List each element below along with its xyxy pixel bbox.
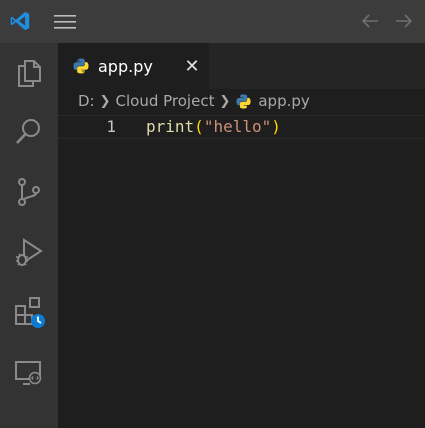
search-icon — [16, 119, 40, 144]
title-bar — [0, 0, 425, 43]
breadcrumb: D: ❯ Cloud Project ❯ app.py — [58, 89, 425, 113]
arrow-right-icon[interactable] — [394, 11, 414, 31]
tab-bar: app.py ✕ — [58, 43, 425, 89]
activity-search[interactable] — [0, 103, 58, 161]
activity-extensions[interactable] — [0, 283, 58, 341]
breadcrumb-drive[interactable]: D: — [78, 92, 95, 110]
python-icon — [236, 93, 251, 109]
token-paren-open: ( — [194, 117, 204, 136]
activity-source-control[interactable] — [0, 163, 58, 221]
code-line[interactable]: 1 print("hello") — [58, 115, 425, 139]
breadcrumb-file[interactable]: app.py — [258, 92, 309, 110]
arrow-left-icon[interactable] — [360, 11, 380, 31]
activity-explorer[interactable] — [0, 44, 58, 102]
source-control-icon — [18, 178, 40, 206]
line-number: 1 — [106, 117, 116, 136]
code-editor[interactable]: 1 print("hello") — [58, 113, 425, 428]
activity-run-debug[interactable] — [0, 223, 58, 281]
tab-app-py[interactable]: app.py ✕ — [58, 43, 209, 89]
code-text[interactable]: print("hello") — [146, 117, 281, 136]
chevron-right-icon: ❯ — [99, 93, 111, 109]
python-icon — [73, 58, 89, 74]
activity-remote-explorer[interactable] — [0, 344, 58, 402]
close-icon[interactable]: ✕ — [182, 56, 202, 77]
activity-bar — [0, 43, 58, 428]
token-function: print — [146, 117, 195, 136]
tab-label: app.py — [98, 56, 153, 76]
run-debug-icon — [16, 238, 43, 266]
token-paren-close: ) — [271, 117, 281, 136]
token-string: "hello" — [203, 117, 272, 136]
breadcrumb-folder[interactable]: Cloud Project — [116, 92, 215, 110]
chevron-right-icon: ❯ — [219, 93, 231, 109]
extensions-update-icon — [15, 297, 45, 328]
remote-explorer-icon — [15, 361, 42, 385]
hamburger-menu-icon[interactable] — [54, 14, 76, 30]
vscode-logo-icon[interactable] — [9, 10, 31, 32]
files-icon — [18, 60, 41, 87]
